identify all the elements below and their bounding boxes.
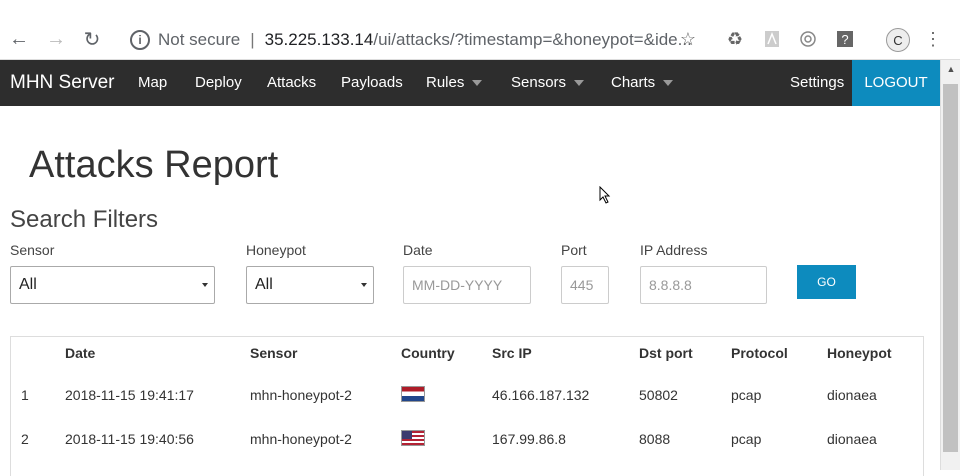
ip-address-input[interactable]: 8.8.8.8 <box>640 266 767 304</box>
scroll-up-icon[interactable]: ▲ <box>941 60 960 78</box>
row-dst-port: 8088 <box>639 431 671 447</box>
port-label: Port <box>561 242 587 258</box>
row-dst-port: 50802 <box>639 387 678 403</box>
honeypot-select[interactable]: All <box>246 266 374 304</box>
help-extension-icon[interactable]: ? <box>834 28 856 50</box>
row-sensor: mhn-honeypot-2 <box>250 431 352 447</box>
nav-map[interactable]: Map <box>138 60 167 106</box>
row-src-ip: 167.99.86.8 <box>492 431 566 447</box>
honeypot-select-value: All <box>255 276 273 293</box>
browser-menu-icon[interactable]: ⋮ <box>922 28 944 50</box>
nav-charts-label: Charts <box>611 74 656 91</box>
nav-attacks[interactable]: Attacks <box>267 60 316 106</box>
row-src-ip: 46.166.187.132 <box>492 387 590 403</box>
sensor-label: Sensor <box>10 242 55 258</box>
not-secure-label: Not secure <box>158 30 241 49</box>
go-button[interactable]: GO <box>797 265 856 299</box>
address-bar[interactable]: i Not secure | 35.225.133.14/ui/attacks/… <box>122 24 712 56</box>
column-header-src-ip: Src IP <box>492 345 532 361</box>
logout-button[interactable]: LOGOUT <box>852 60 940 106</box>
nav-sensors-dropdown[interactable]: Sensors <box>511 60 585 106</box>
svg-text:?: ? <box>841 32 848 47</box>
mouse-cursor-icon <box>599 186 611 204</box>
page-title: Attacks Report <box>29 144 279 186</box>
page-scrollbar[interactable]: ▲ <box>940 60 960 470</box>
browser-toolbar: ← → ↻ i Not secure | 35.225.133.14/ui/at… <box>0 0 960 60</box>
column-header-sensor: Sensor <box>250 345 298 361</box>
ip-address-label: IP Address <box>640 242 708 258</box>
info-icon[interactable]: i <box>130 30 150 50</box>
url-host: 35.225.133.14 <box>264 30 374 49</box>
recycle-extension-icon[interactable]: ♻ <box>724 28 746 50</box>
row-number: 1 <box>21 387 29 403</box>
nav-deploy[interactable]: Deploy <box>195 60 242 106</box>
chevron-down-icon <box>663 80 674 87</box>
reload-icon[interactable]: ↻ <box>81 28 103 51</box>
row-honeypot: dionaea <box>827 387 877 403</box>
row-protocol: pcap <box>731 387 762 403</box>
row-date: 2018-11-15 19:41:17 <box>65 387 194 403</box>
back-arrow-icon[interactable]: ← <box>8 28 30 50</box>
attacks-table: Date Sensor Country Src IP Dst port Prot… <box>10 336 924 476</box>
column-header-protocol: Protocol <box>731 345 788 361</box>
row-honeypot: dionaea <box>827 431 877 447</box>
column-header-dst-port: Dst port <box>639 345 693 361</box>
sensor-select-value: All <box>19 276 37 293</box>
chevron-down-icon <box>574 80 585 87</box>
nav-payloads[interactable]: Payloads <box>341 60 403 106</box>
app-navbar: MHN Server Map Deploy Attacks Payloads R… <box>0 60 940 106</box>
scrollbar-thumb[interactable] <box>943 84 958 452</box>
brand-link[interactable]: MHN Server <box>10 60 115 106</box>
column-header-country: Country <box>401 345 455 361</box>
row-number: 2 <box>21 431 29 447</box>
address-separator: | <box>250 30 255 49</box>
chevron-down-icon <box>472 80 483 87</box>
row-protocol: pcap <box>731 431 762 447</box>
honeypot-label: Honeypot <box>246 242 306 258</box>
row-sensor: mhn-honeypot-2 <box>250 387 352 403</box>
nav-rules-dropdown[interactable]: Rules <box>426 60 483 106</box>
bookmark-star-icon[interactable]: ☆ <box>677 28 699 50</box>
nav-sensors-label: Sensors <box>511 74 567 91</box>
sensor-select[interactable]: All <box>10 266 215 304</box>
search-filters-heading: Search Filters <box>10 206 159 233</box>
row-date: 2018-11-15 19:40:56 <box>65 431 194 447</box>
url-path: /ui/attacks/?timestamp=&honeypot=&ide... <box>373 30 692 49</box>
forward-arrow-icon[interactable]: → <box>45 28 67 50</box>
netherlands-flag-icon <box>401 386 425 402</box>
nav-settings[interactable]: Settings <box>790 60 844 106</box>
podcast-extension-icon[interactable] <box>797 28 819 50</box>
dropdown-arrow-icon <box>202 283 208 287</box>
profile-avatar[interactable]: C <box>886 28 910 52</box>
column-header-date: Date <box>65 345 96 361</box>
united-states-flag-icon <box>401 430 425 446</box>
date-input[interactable]: MM-DD-YYYY <box>403 266 531 304</box>
port-input[interactable]: 445 <box>561 266 609 304</box>
nav-charts-dropdown[interactable]: Charts <box>611 60 674 106</box>
pdf-extension-icon[interactable] <box>761 28 783 50</box>
dropdown-arrow-icon <box>361 283 367 287</box>
date-label: Date <box>403 242 433 258</box>
nav-rules-label: Rules <box>426 74 465 91</box>
column-header-honeypot: Honeypot <box>827 345 892 361</box>
